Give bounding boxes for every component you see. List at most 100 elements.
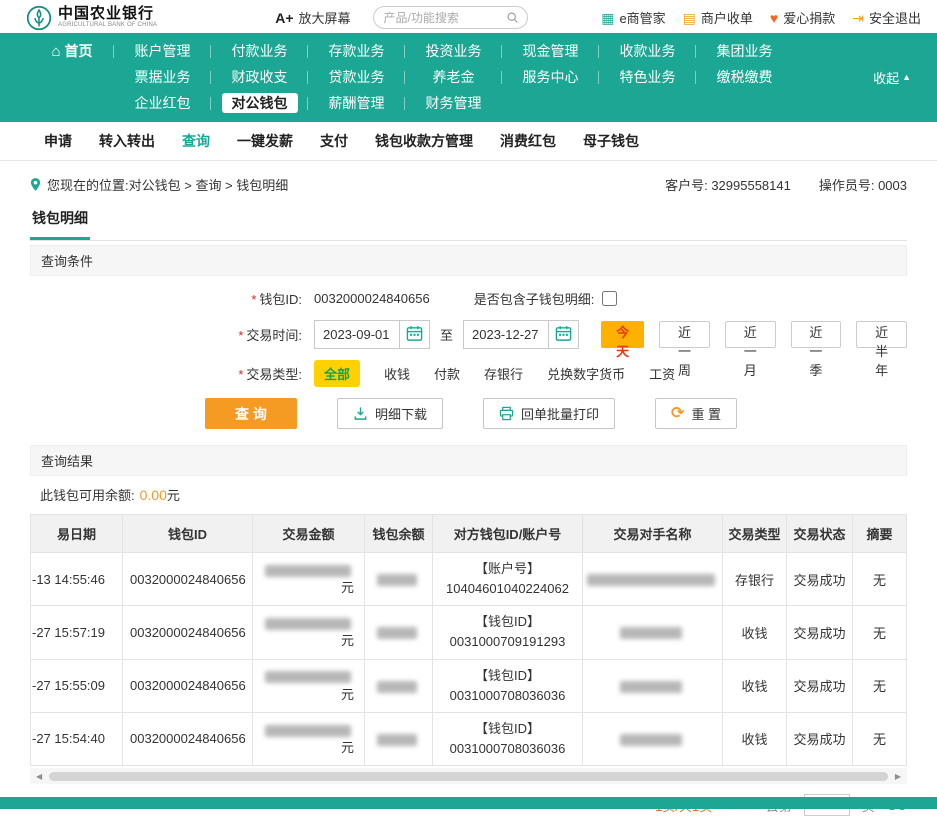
type-item-全部[interactable]: 全部 bbox=[314, 360, 360, 387]
scroll-left-arrow[interactable]: ◀ bbox=[33, 772, 45, 781]
subnav-item-消费红包[interactable]: 消费红包 bbox=[500, 131, 556, 151]
type-item-存银行[interactable]: 存银行 bbox=[484, 364, 523, 383]
date-from-input[interactable] bbox=[314, 320, 400, 349]
nav-item-薪酬管理[interactable]: 薪酬管理 bbox=[308, 93, 405, 113]
horizontal-scrollbar[interactable]: ◀ ▶ bbox=[30, 768, 907, 784]
counterparty-number: 0031000709191293 bbox=[435, 632, 580, 652]
nav-item-贷款业务[interactable]: 贷款业务 bbox=[308, 67, 405, 87]
nav-item-首页[interactable]: ⌂首页 bbox=[30, 41, 114, 61]
query-result-header: 查询结果 bbox=[30, 445, 907, 476]
type-item-工资[interactable]: 工资 bbox=[649, 364, 675, 383]
quicklink-safe-logout[interactable]: ⇥安全退出 bbox=[852, 8, 921, 27]
breadcrumb: 对公钱包 > 查询 > 钱包明细 bbox=[129, 175, 289, 194]
range-button-近一月[interactable]: 近一月 bbox=[725, 321, 776, 348]
printer-icon bbox=[499, 406, 514, 421]
action-button-row: 查 询 明细下载 回单批量打印 ⟳ 重 置 bbox=[205, 398, 907, 429]
cell-counterparty-id: 【钱包ID】0031000708036036 bbox=[433, 712, 583, 765]
nav-item-票据业务[interactable]: 票据业务 bbox=[114, 67, 211, 87]
nav-collapse-button[interactable]: 收起 ▲ bbox=[873, 68, 911, 87]
column-header: 交易对手名称 bbox=[583, 515, 723, 553]
cell-counterparty-id: 【钱包ID】0031000708036036 bbox=[433, 659, 583, 712]
amount-unit: 元 bbox=[341, 687, 354, 702]
home-icon: ⌂ bbox=[51, 44, 60, 59]
cell-summary: 无 bbox=[853, 659, 907, 712]
range-button-近半年[interactable]: 近半年 bbox=[856, 321, 907, 348]
column-header: 摘要 bbox=[853, 515, 907, 553]
cell-wallet-id: 0032000024840656 bbox=[123, 659, 253, 712]
nav-item-财政收支[interactable]: 财政收支 bbox=[211, 67, 308, 87]
breadcrumb-row: 您现在的位置: 对公钱包 > 查询 > 钱包明细 客户号: 3299555814… bbox=[30, 175, 907, 194]
nav-item-付款业务[interactable]: 付款业务 bbox=[211, 41, 308, 61]
result-table: 易日期钱包ID交易金额钱包余额对方钱包ID/账户号交易对手名称交易类型交易状态摘… bbox=[30, 514, 907, 766]
nav-item-账户管理[interactable]: 账户管理 bbox=[114, 41, 211, 61]
subnav-item-一键发薪[interactable]: 一键发薪 bbox=[237, 131, 293, 151]
date-to-calendar-button[interactable] bbox=[549, 320, 579, 349]
search-icon[interactable] bbox=[506, 11, 519, 24]
subnav-item-钱包收款方管理[interactable]: 钱包收款方管理 bbox=[375, 131, 473, 151]
nav-item-收款业务[interactable]: 收款业务 bbox=[599, 41, 696, 61]
reset-button[interactable]: ⟳ 重 置 bbox=[655, 398, 737, 429]
nav-item-财务管理[interactable]: 财务管理 bbox=[405, 93, 502, 113]
nav-item-对公钱包[interactable]: 对公钱包 bbox=[211, 93, 308, 113]
nav-item-现金管理[interactable]: 现金管理 bbox=[502, 41, 599, 61]
trade-type-group: 全部 收钱 付款 存银行 兑换数字货币 工资 bbox=[314, 360, 675, 387]
cell-summary: 无 bbox=[853, 553, 907, 606]
subnav-item-申请[interactable]: 申请 bbox=[44, 131, 72, 151]
date-to-input[interactable] bbox=[463, 320, 549, 349]
abc-bank-logo-icon bbox=[26, 5, 52, 31]
counterparty-number: 0031000708036036 bbox=[435, 686, 580, 706]
type-item-付款[interactable]: 付款 bbox=[434, 364, 460, 383]
header-quick-links: ▦e商管家 ▤商户收单 ♥爱心捐款 ⇥安全退出 bbox=[601, 8, 921, 27]
subnav-item-支付[interactable]: 支付 bbox=[320, 131, 348, 151]
counterparty-number: 10404601040224062 bbox=[435, 579, 580, 599]
range-button-近一季[interactable]: 近一季 bbox=[791, 321, 842, 348]
table-row: -27 15:57:190032000024840656元【钱包ID】00310… bbox=[31, 606, 907, 659]
subnav-item-母子钱包[interactable]: 母子钱包 bbox=[583, 131, 639, 151]
location-pin-icon bbox=[30, 177, 41, 192]
table-row: -27 15:54:400032000024840656元【钱包ID】00310… bbox=[31, 712, 907, 765]
date-from-calendar-button[interactable] bbox=[400, 320, 430, 349]
nav-item-存款业务[interactable]: 存款业务 bbox=[308, 41, 405, 61]
range-button-近一周[interactable]: 近一周 bbox=[659, 321, 710, 348]
nav-item-企业红包[interactable]: 企业红包 bbox=[114, 93, 211, 113]
scrollbar-thumb[interactable] bbox=[49, 772, 888, 781]
type-item-收钱[interactable]: 收钱 bbox=[384, 364, 410, 383]
batch-print-receipt-button[interactable]: 回单批量打印 bbox=[483, 398, 615, 429]
nav-item-投资业务[interactable]: 投资业务 bbox=[405, 41, 502, 61]
column-header: 对方钱包ID/账户号 bbox=[433, 515, 583, 553]
cell-trade-amount: 元 bbox=[253, 659, 365, 712]
subnav-item-查询[interactable]: 查询 bbox=[182, 131, 210, 151]
include-sub-wallet-checkbox[interactable] bbox=[602, 291, 617, 306]
cell-summary: 无 bbox=[853, 606, 907, 659]
cell-trade-status: 交易成功 bbox=[787, 553, 853, 606]
quicklink-e-manager[interactable]: ▦e商管家 bbox=[601, 8, 665, 27]
quicklink-charity-donation[interactable]: ♥爱心捐款 bbox=[770, 8, 835, 27]
tab-bar: 钱包明细 bbox=[30, 208, 907, 241]
query-button[interactable]: 查 询 bbox=[205, 398, 297, 429]
nav-item-缴税缴费[interactable]: 缴税缴费 bbox=[696, 67, 793, 87]
nav-item-养老金[interactable]: 养老金 bbox=[405, 67, 502, 87]
quick-range-group: 今天近一周近一月近一季近半年 bbox=[601, 321, 907, 348]
balance-label: 此钱包可用余额: bbox=[40, 485, 135, 504]
subnav-item-转入转出[interactable]: 转入转出 bbox=[99, 131, 155, 151]
zoom-screen-button[interactable]: A+ 放大屏幕 bbox=[275, 8, 350, 27]
date-to-group bbox=[463, 320, 579, 349]
nav-item-集团业务[interactable]: 集团业务 bbox=[696, 41, 793, 61]
scroll-right-arrow[interactable]: ▶ bbox=[892, 772, 904, 781]
tab-wallet-detail[interactable]: 钱包明细 bbox=[30, 208, 90, 240]
amount-unit: 元 bbox=[341, 580, 354, 595]
e-manager-icon: ▦ bbox=[601, 11, 614, 25]
nav-item-服务中心[interactable]: 服务中心 bbox=[502, 67, 599, 87]
redacted-value bbox=[620, 734, 682, 746]
type-item-兑换数字货币[interactable]: 兑换数字货币 bbox=[547, 364, 625, 383]
cell-wallet-balance bbox=[365, 712, 433, 765]
range-button-今天[interactable]: 今天 bbox=[601, 321, 644, 348]
wallet-id-label: *钱包ID: bbox=[30, 289, 302, 308]
redacted-value bbox=[265, 618, 351, 630]
table-row: -27 15:55:090032000024840656元【钱包ID】00310… bbox=[31, 659, 907, 712]
download-detail-button[interactable]: 明细下载 bbox=[337, 398, 443, 429]
nav-item-特色业务[interactable]: 特色业务 bbox=[599, 67, 696, 87]
counterparty-tag: 【钱包ID】 bbox=[435, 612, 580, 632]
quicklink-merchant-acquiring[interactable]: ▤商户收单 bbox=[683, 8, 753, 27]
search-input[interactable] bbox=[382, 10, 506, 26]
